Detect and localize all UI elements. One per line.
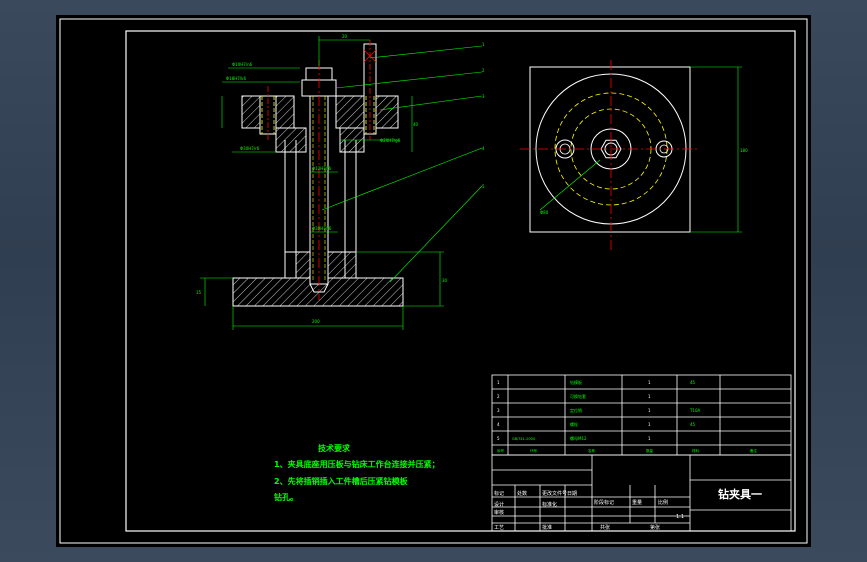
svg-text:数量: 数量 — [646, 448, 654, 453]
dim-d2: Φ18H7/k6 — [226, 76, 246, 81]
dim-base-width: 200 — [312, 319, 320, 324]
dim-base-height2: 30 — [442, 278, 448, 283]
svg-text:钻模板: 钻模板 — [570, 379, 582, 385]
dim-side: 180 — [740, 148, 748, 153]
svg-text:批准: 批准 — [542, 524, 552, 531]
svg-text:共张: 共张 — [600, 524, 610, 531]
svg-text:重量: 重量 — [632, 499, 642, 506]
dim-top: 20 — [342, 34, 348, 39]
notes-line-3: 钻孔。 — [274, 492, 298, 502]
notes-heading: 技术要求 — [318, 443, 351, 453]
svg-text:设计: 设计 — [494, 501, 504, 508]
svg-text:GB/T41-2000: GB/T41-2000 — [512, 437, 535, 441]
dim-base-height: 15 — [196, 290, 202, 295]
dim-d3: Φ30H7/r6 — [240, 146, 260, 151]
svg-text:标准化: 标准化 — [542, 501, 557, 508]
svg-text:代号: 代号 — [530, 448, 538, 453]
plate-boss-left — [275, 127, 307, 153]
svg-text:45: 45 — [690, 422, 696, 427]
svg-text:备注: 备注 — [750, 448, 758, 453]
svg-text:序号: 序号 — [497, 448, 505, 453]
dim-dia: Φ80 — [540, 210, 549, 215]
svg-text:名称: 名称 — [588, 448, 596, 453]
dim-d4: Φ20H7/g6 — [380, 138, 401, 143]
svg-text:螺栓: 螺栓 — [570, 421, 578, 427]
svg-text:工艺: 工艺 — [494, 525, 504, 531]
drawing-name: 钻夹具一 — [718, 487, 762, 501]
notes-line-1: 1、夹具底座用压板与钻床工作台连接并压紧； — [274, 459, 440, 470]
cad-viewport[interactable]: 20 Φ10H7/n6 Φ18H7/k6 Φ30H7/r6 Φ20H7/g6 Φ… — [0, 0, 867, 562]
drawing-canvas[interactable]: 20 Φ10H7/n6 Φ18H7/k6 Φ30H7/r6 Φ20H7/g6 Φ… — [0, 0, 867, 562]
svg-text:审核: 审核 — [494, 509, 504, 516]
svg-text:更改文件号: 更改文件号 — [542, 490, 567, 497]
svg-text:T10A: T10A — [689, 408, 701, 413]
svg-text:比例: 比例 — [658, 499, 668, 506]
svg-text:阶段标记: 阶段标记 — [594, 499, 614, 506]
svg-text:处数: 处数 — [517, 490, 527, 497]
dim-h1: 40 — [413, 122, 419, 127]
svg-text:定位销: 定位销 — [570, 407, 582, 413]
svg-text:日期: 日期 — [567, 491, 577, 497]
svg-text:第张: 第张 — [650, 524, 660, 531]
svg-text:标记: 标记 — [494, 490, 504, 497]
dim-d6: Φ30H7/r6 — [312, 226, 332, 231]
svg-text:45: 45 — [690, 380, 696, 385]
dim-d1: Φ10H7/n6 — [232, 62, 253, 67]
svg-text:螺母M12: 螺母M12 — [570, 435, 587, 441]
svg-text:材料: 材料 — [692, 448, 700, 453]
svg-text:可换钻套: 可换钻套 — [570, 393, 586, 399]
notes-line-2: 2、先将插销插入工件槽后压紧钻模板 — [274, 476, 409, 486]
scale-value: 1:1 — [676, 514, 684, 520]
dim-d5: Φ12H7/f6 — [312, 166, 332, 171]
